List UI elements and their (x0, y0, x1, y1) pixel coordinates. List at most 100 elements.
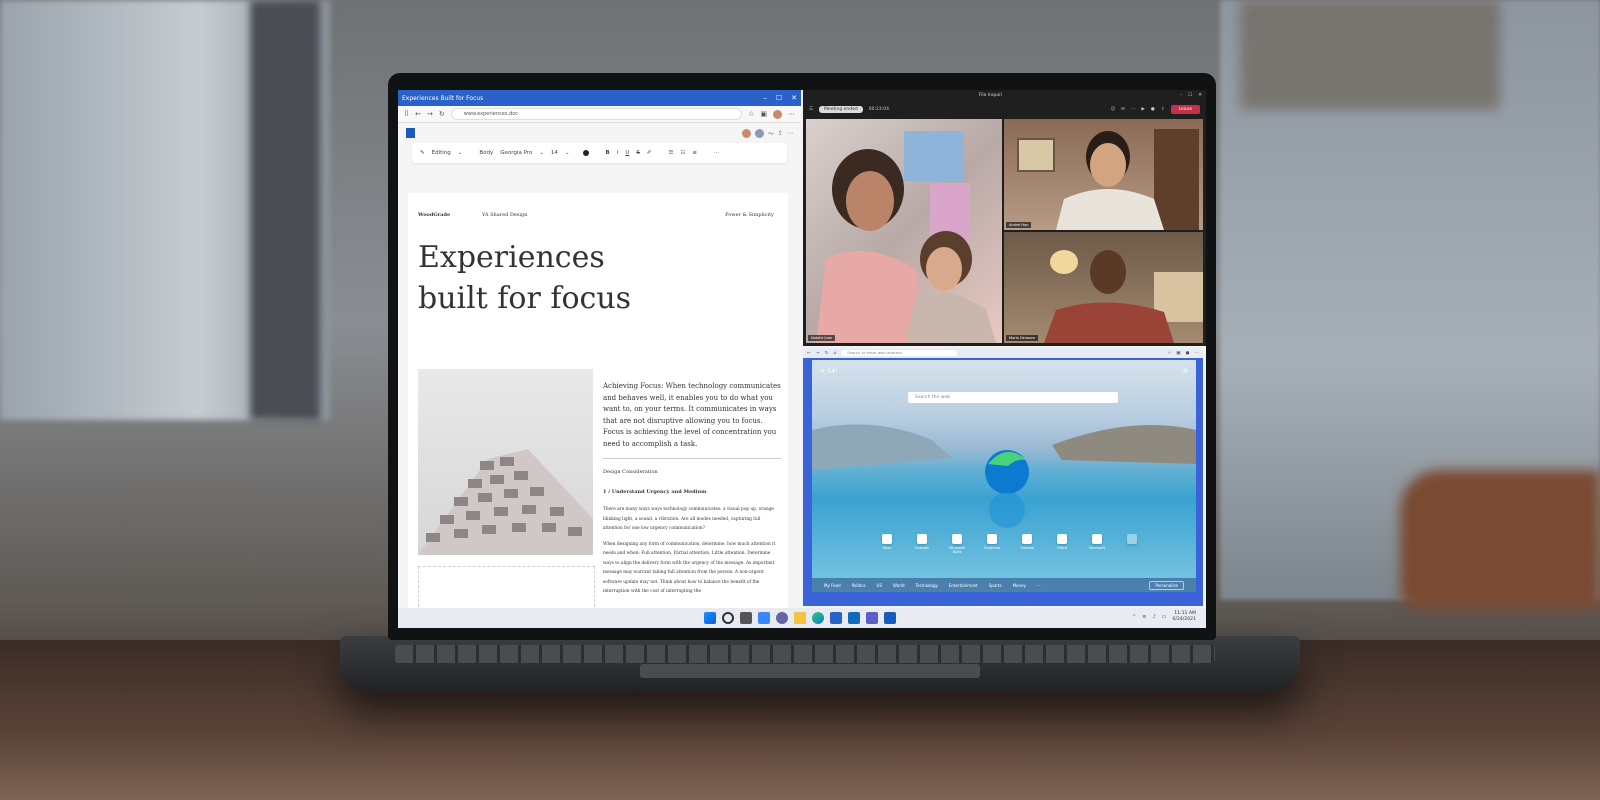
quick-links: Xbox LinkedIn Microsoft Build OneDrive O… (876, 534, 1143, 554)
share-screen-icon[interactable]: ⇪ (1161, 107, 1165, 112)
chat-icon[interactable]: ✉ (1121, 107, 1125, 112)
feed-more[interactable]: ··· (1037, 583, 1041, 588)
more-icon[interactable]: ⋯ (1195, 351, 1200, 356)
bold-button[interactable]: B (606, 150, 610, 156)
activity-icon[interactable]: 〜 (768, 129, 774, 138)
more-icon[interactable]: ⋯ (787, 130, 793, 137)
feed-tab[interactable]: Entertainment (949, 583, 978, 588)
more-icon[interactable]: ⋯ (1131, 107, 1136, 112)
minimize-icon[interactable]: – (763, 94, 767, 102)
weather-widget[interactable]: ☀ 54° (820, 368, 838, 375)
profile-avatar[interactable] (773, 109, 782, 119)
profile-avatar[interactable]: ● (1186, 351, 1190, 356)
web-search-input[interactable]: Search the web (908, 392, 1118, 403)
task-view-icon[interactable] (740, 612, 752, 624)
edge-icon[interactable] (812, 612, 824, 624)
wifi-icon[interactable]: ≋ (1142, 614, 1146, 620)
chevron-up-icon[interactable]: ⌃ (1132, 614, 1136, 620)
feed-tab[interactable]: Sports (989, 583, 1002, 588)
mic-icon[interactable]: ● (1151, 107, 1155, 112)
minimize-icon[interactable]: – (1180, 93, 1182, 98)
feed-tab[interactable]: Money (1013, 583, 1026, 588)
leave-button[interactable]: Leave (1170, 104, 1200, 114)
feed-tab[interactable]: World (893, 583, 904, 588)
document-page[interactable]: WoodGrade YA Shared Design Power & Simpl… (408, 193, 788, 613)
collaborator-avatar[interactable] (741, 128, 751, 138)
teams-titlebar: File Inquiri – ☐ ✕ (803, 90, 1206, 100)
close-icon[interactable]: ✕ (1198, 93, 1202, 98)
style-dropdown[interactable]: Body (479, 150, 493, 156)
home-icon[interactable]: ⌂ (833, 351, 836, 356)
search-icon[interactable] (722, 612, 734, 624)
url-input[interactable]: www.experiences.doc (450, 108, 743, 120)
quick-link-xbox[interactable]: Xbox (876, 534, 898, 554)
more-icon[interactable]: ⋯ (788, 110, 795, 118)
quick-link-microsoft-build[interactable]: Microsoft Build (946, 534, 968, 554)
window-controls: – ☐ ✕ (763, 94, 797, 102)
strikethrough-button[interactable]: S (636, 150, 640, 156)
teams-icon[interactable] (866, 612, 878, 624)
font-dropdown[interactable]: Georgia Pro (500, 150, 532, 156)
editing-mode-dropdown[interactable]: Editing (432, 150, 451, 156)
forward-icon[interactable]: → (816, 351, 820, 356)
tile-icon (882, 534, 892, 544)
font-color-button[interactable] (582, 150, 589, 156)
underline-button[interactable]: U (625, 150, 629, 156)
quick-link-office[interactable]: Office (1051, 534, 1073, 554)
feed-tab[interactable]: My Feed (824, 583, 841, 588)
maximize-icon[interactable]: ☐ (1188, 93, 1192, 98)
collections-icon[interactable]: ▣ (760, 110, 767, 118)
italic-button[interactable]: I (617, 150, 619, 156)
quick-link-onedrive[interactable]: OneDrive (981, 534, 1003, 554)
widgets-icon[interactable] (758, 612, 770, 624)
forward-icon[interactable]: → (427, 110, 433, 118)
volume-icon[interactable]: ♪ (1153, 614, 1156, 620)
numbering-icon[interactable]: ☷ (680, 150, 685, 156)
clock[interactable]: 11:11 AM 6/24/2021 (1172, 611, 1196, 623)
video-tile[interactable]: Natalie Juan (806, 119, 1002, 343)
document-title-line: built for focus (418, 281, 632, 316)
more-options-button[interactable]: ··· (714, 150, 719, 156)
share-icon[interactable]: ⇪ (778, 130, 783, 137)
document-title: Experiences built for focus (418, 237, 631, 319)
refresh-icon[interactable]: ↻ (439, 110, 445, 118)
collections-icon[interactable]: ▣ (1176, 351, 1180, 356)
feed-tab[interactable]: Technology (915, 583, 937, 588)
chat-icon[interactable] (776, 612, 788, 624)
quick-link-linkedin[interactable]: LinkedIn (911, 534, 933, 554)
back-icon[interactable]: ← (807, 351, 811, 356)
video-tile[interactable]: Mario Genazzo (1004, 232, 1203, 343)
highlight-icon[interactable]: ✐ (647, 150, 652, 156)
word-icon[interactable] (884, 612, 896, 624)
camera-icon[interactable]: ▶ (1141, 107, 1144, 112)
people-icon[interactable]: ☺ (1110, 107, 1115, 112)
store-icon[interactable] (830, 612, 842, 624)
maximize-icon[interactable]: ☐ (776, 94, 782, 102)
bullets-icon[interactable]: ☰ (669, 150, 674, 156)
mail-icon[interactable] (848, 612, 860, 624)
background-chair (1400, 470, 1600, 610)
favorites-icon[interactable]: ☆ (748, 110, 754, 118)
start-icon[interactable] (704, 612, 716, 624)
file-explorer-icon[interactable] (794, 612, 806, 624)
personalize-button[interactable]: Personalize (1149, 580, 1184, 590)
favorites-icon[interactable]: ☆ (1167, 351, 1171, 356)
refresh-icon[interactable]: ↻ (825, 351, 829, 356)
edge-address-input[interactable]: Search or enter web address (841, 350, 958, 356)
document-title-line: Experiences (418, 240, 605, 275)
apps-grid-icon[interactable]: ⠿ (404, 110, 409, 118)
align-icon[interactable]: ≡ (692, 150, 697, 156)
battery-icon[interactable]: ▭ (1162, 614, 1167, 620)
close-icon[interactable]: ✕ (791, 94, 797, 102)
add-quick-link[interactable] (1121, 534, 1143, 554)
collaborator-avatar[interactable] (754, 128, 764, 138)
quick-link-microsoft[interactable]: Microsoft (1086, 534, 1108, 554)
video-tile[interactable]: Andrei Han (1004, 119, 1203, 230)
font-size-dropdown[interactable]: 14 (551, 150, 558, 156)
menu-icon[interactable]: ☰ (809, 107, 813, 112)
quick-link-outlook[interactable]: Outlook (1016, 534, 1038, 554)
feed-tab[interactable]: US (877, 583, 882, 588)
settings-icon[interactable]: ⚙ (1183, 368, 1188, 375)
back-icon[interactable]: ← (415, 110, 421, 118)
feed-tab[interactable]: Politics (852, 583, 866, 588)
